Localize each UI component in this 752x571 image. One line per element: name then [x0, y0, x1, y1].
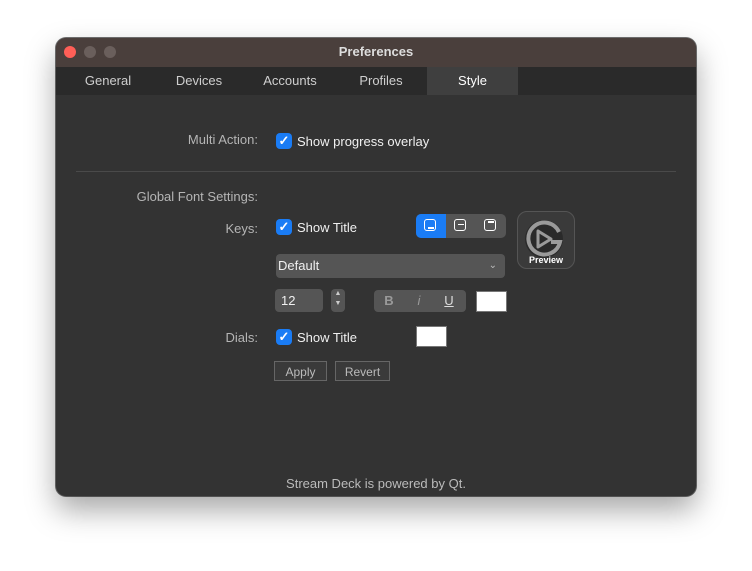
tab-profiles[interactable]: Profiles [336, 67, 426, 95]
revert-button[interactable]: Revert [335, 361, 390, 381]
font-size-field[interactable]: 12 [275, 289, 323, 312]
dials-label: Dials: [225, 330, 258, 345]
show-progress-overlay-checkbox[interactable]: ✓ [276, 133, 292, 149]
tab-devices[interactable]: Devices [154, 67, 244, 95]
bold-button[interactable]: B [374, 290, 404, 312]
align-middle-button[interactable] [446, 214, 476, 238]
dials-show-title-checkbox[interactable]: ✓ [276, 329, 292, 345]
keys-show-title-label: Show Title [297, 220, 357, 235]
keys-label: Keys: [225, 221, 258, 236]
title-alignment-segment [416, 214, 506, 238]
window-title: Preferences [338, 44, 414, 59]
preferences-window: Preferences General Devices Accounts Pro… [56, 38, 696, 496]
stepper-up-icon[interactable]: ▲ [331, 289, 345, 299]
show-progress-overlay-label: Show progress overlay [297, 134, 430, 149]
underline-button[interactable]: U [434, 290, 464, 312]
tab-style[interactable]: Style [427, 67, 518, 95]
font-family-dropdown[interactable]: Default ⌄ [276, 254, 505, 278]
chevron-down-icon: ⌄ [488, 260, 497, 271]
align-top-button[interactable] [476, 214, 506, 238]
preview-label: Preview [528, 255, 564, 265]
footer-text: Stream Deck is powered by Qt. [286, 476, 466, 491]
global-font-settings-label: Global Font Settings: [136, 189, 258, 204]
middle-align-icon [454, 219, 466, 231]
top-align-icon [484, 219, 496, 231]
tab-general[interactable]: General [56, 67, 160, 95]
dials-font-color-swatch[interactable] [416, 326, 447, 347]
keys-font-color-swatch[interactable] [476, 291, 507, 312]
align-bottom-button[interactable] [416, 214, 446, 238]
title-bar: Preferences [56, 38, 696, 67]
keys-show-title-checkbox[interactable]: ✓ [276, 219, 292, 235]
key-preview: Preview [517, 211, 575, 269]
tab-bar: General Devices Accounts Profiles Style [56, 67, 696, 95]
font-family-value: Default [278, 258, 320, 273]
font-size-stepper[interactable]: ▲ ▼ [331, 289, 345, 312]
text-style-group: B i U [374, 290, 466, 312]
apply-button[interactable]: Apply [274, 361, 327, 381]
italic-button[interactable]: i [404, 290, 434, 312]
multi-action-label: Multi Action: [187, 132, 258, 147]
tab-accounts[interactable]: Accounts [245, 67, 335, 95]
section-divider [76, 171, 676, 172]
stepper-down-icon[interactable]: ▼ [331, 299, 345, 309]
dials-show-title-label: Show Title [297, 330, 357, 345]
bottom-align-icon [424, 219, 436, 231]
